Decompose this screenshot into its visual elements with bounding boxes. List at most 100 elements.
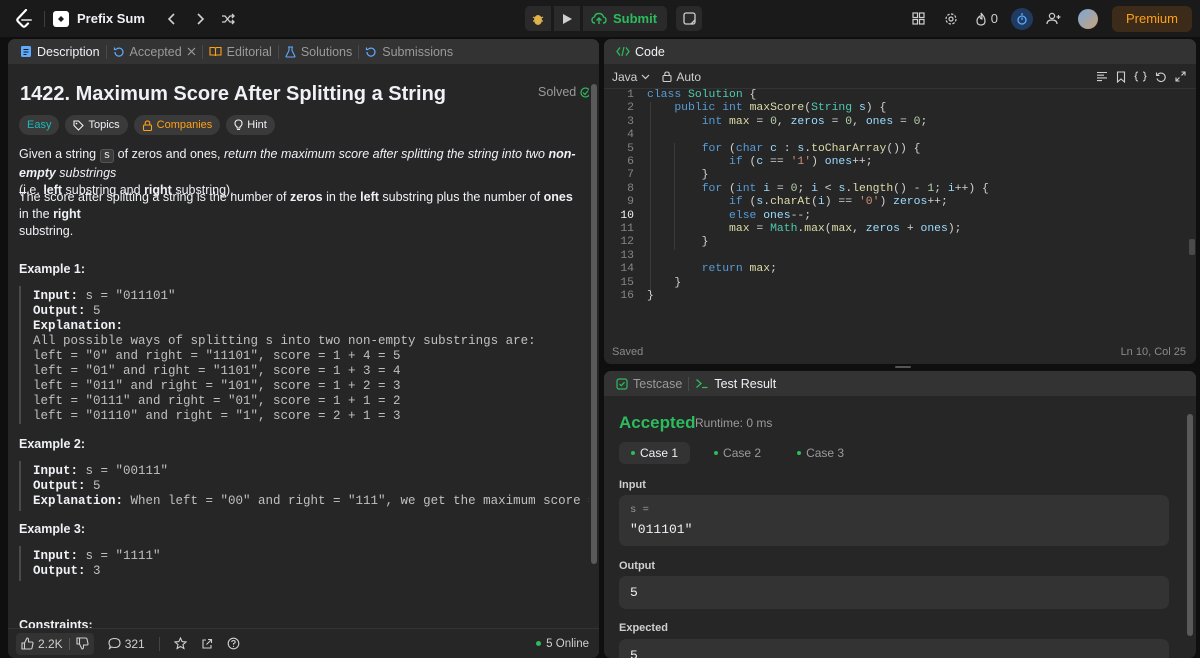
- code-line[interactable]: 9 if (s.charAt(i) == '0') zeros++;: [604, 196, 1184, 209]
- code-line[interactable]: 12 }: [604, 236, 1184, 249]
- code-text: max = Math.max(max, zeros + ones);: [729, 223, 962, 235]
- code-text: class Solution {: [647, 89, 757, 101]
- play-icon: [563, 13, 572, 24]
- result-scrollbar[interactable]: [1184, 396, 1196, 658]
- debug-button[interactable]: [525, 6, 551, 31]
- case-1-tab[interactable]: Case 1: [619, 442, 691, 464]
- avatar[interactable]: [1077, 8, 1098, 29]
- code-line[interactable]: 13: [604, 250, 1184, 263]
- tab-description[interactable]: Description: [14, 45, 106, 59]
- code-header: Code: [604, 39, 1196, 64]
- submit-button[interactable]: Submit: [583, 6, 668, 31]
- panel-resize-handle[interactable]: [895, 366, 911, 368]
- like-count[interactable]: 2.2K: [38, 637, 63, 651]
- format-icon[interactable]: [1096, 71, 1108, 82]
- document-icon: [21, 46, 31, 57]
- code-editor[interactable]: 1 class Solution {2 public int maxScore(S…: [604, 89, 1196, 344]
- explanation-line: left = "0111" and right = "01", score = …: [33, 394, 401, 408]
- flask-icon: [285, 45, 296, 58]
- braces-icon[interactable]: [1134, 70, 1147, 82]
- explanation-line: All possible ways of splitting s into tw…: [33, 334, 536, 348]
- description-scrollbar[interactable]: [589, 64, 599, 658]
- code-line[interactable]: 14 return max;: [604, 263, 1184, 276]
- bookmark-icon[interactable]: [1116, 70, 1126, 83]
- settings-button[interactable]: [937, 6, 965, 31]
- scrollbar-thumb[interactable]: [591, 84, 597, 564]
- comments-button[interactable]: 321: [108, 637, 145, 651]
- code-line[interactable]: 4: [604, 129, 1184, 142]
- text-span: The score after splitting a string is th…: [19, 190, 290, 204]
- tab-editorial[interactable]: Editorial: [203, 45, 278, 59]
- hint-tag[interactable]: Hint: [226, 115, 275, 135]
- label: Output:: [33, 479, 86, 493]
- tab-submissions[interactable]: Submissions: [359, 45, 459, 59]
- topics-tag[interactable]: Topics: [65, 115, 128, 135]
- code-line[interactable]: 7 }: [604, 169, 1184, 182]
- explanation-line: left = "011" and right = "101", score = …: [33, 379, 401, 393]
- streak-counter[interactable]: 0: [969, 11, 1004, 26]
- share-button[interactable]: [201, 638, 213, 650]
- case-3-tab[interactable]: Case 3: [785, 442, 856, 464]
- fullscreen-icon[interactable]: [1175, 70, 1186, 82]
- code-text: }: [647, 236, 709, 249]
- example-2-heading: Example 2:: [19, 437, 86, 451]
- tab-test-result[interactable]: Test Result: [689, 377, 782, 391]
- code-text: return max;: [701, 263, 777, 276]
- code-line[interactable]: 6 if (c == '1') ones++;: [604, 156, 1184, 169]
- external-link-icon: [202, 638, 212, 649]
- leetcode-logo-icon[interactable]: [12, 7, 36, 31]
- run-button[interactable]: [554, 6, 580, 31]
- cursor-position: Ln 10, Col 25: [1120, 345, 1186, 358]
- companies-tag[interactable]: Companies: [133, 115, 221, 135]
- problem-title[interactable]: 1422. Maximum Score After Splitting a St…: [20, 83, 446, 106]
- code-line[interactable]: 15 }: [604, 277, 1184, 290]
- code-scrollbar[interactable]: [1188, 89, 1196, 344]
- add-user-icon: [1046, 12, 1061, 25]
- runtime: Runtime: 0 ms: [695, 416, 773, 430]
- code-line[interactable]: 5 for (char c : s.toCharArray()) {: [604, 143, 1184, 156]
- problem-list-button[interactable]: Prefix Sum: [53, 10, 145, 27]
- code-line[interactable]: 3 int max = 0, zeros = 0, ones = 0;: [604, 116, 1184, 129]
- language-select[interactable]: Java: [612, 70, 650, 84]
- output-value: 5: [630, 585, 638, 600]
- code-line[interactable]: 11 max = Math.max(max, zeros + ones);: [604, 223, 1184, 236]
- case-2-tab[interactable]: Case 2: [702, 442, 773, 464]
- pass-dot-icon: [797, 451, 802, 455]
- invite-button[interactable]: [1040, 6, 1068, 31]
- prev-problem-icon[interactable]: [161, 8, 183, 30]
- shuffle-icon[interactable]: [217, 8, 239, 30]
- label: Explanation:: [33, 319, 124, 333]
- text-span: in the: [322, 190, 361, 204]
- help-button[interactable]: [227, 637, 240, 650]
- expected-box[interactable]: 5: [619, 639, 1169, 658]
- scrollbar-thumb[interactable]: [1189, 239, 1195, 255]
- tab-code[interactable]: Code: [610, 45, 671, 59]
- code-line[interactable]: 16}: [604, 290, 1184, 303]
- notes-button[interactable]: [676, 6, 703, 31]
- tab-testcase[interactable]: Testcase: [610, 377, 688, 391]
- example-1-block: Input: s = "011101" Output: 5 Explanatio…: [19, 286, 536, 424]
- text-span: left: [360, 190, 379, 204]
- code-line[interactable]: 8 for (int i = 0; i < s.length() - 1; i+…: [604, 183, 1184, 196]
- layout-button[interactable]: [905, 6, 933, 31]
- next-problem-icon[interactable]: [189, 8, 211, 30]
- tab-solutions[interactable]: Solutions: [279, 45, 358, 59]
- line-number: 14: [620, 263, 634, 276]
- checkbox-icon: [616, 377, 628, 390]
- auto-mode-toggle[interactable]: Auto: [662, 70, 701, 84]
- text-span: substring.: [19, 224, 74, 238]
- favorite-button[interactable]: [173, 637, 187, 650]
- tab-accepted[interactable]: Accepted: [107, 45, 202, 59]
- scrollbar-thumb[interactable]: [1187, 414, 1193, 636]
- output-box[interactable]: 5: [619, 576, 1169, 609]
- line-number: 4: [627, 129, 634, 142]
- code-line[interactable]: 2 public int maxScore(String s) {: [604, 102, 1184, 115]
- timer-button[interactable]: [1008, 6, 1036, 31]
- reset-icon[interactable]: [1155, 71, 1167, 83]
- language-label: Java: [612, 69, 638, 84]
- premium-button[interactable]: Premium: [1111, 5, 1192, 32]
- code-line[interactable]: 10 else ones--;: [604, 210, 1184, 223]
- code-line[interactable]: 1 class Solution {: [604, 89, 1184, 102]
- label: Explanation:: [33, 494, 124, 508]
- input-box[interactable]: s = "011101": [619, 495, 1169, 546]
